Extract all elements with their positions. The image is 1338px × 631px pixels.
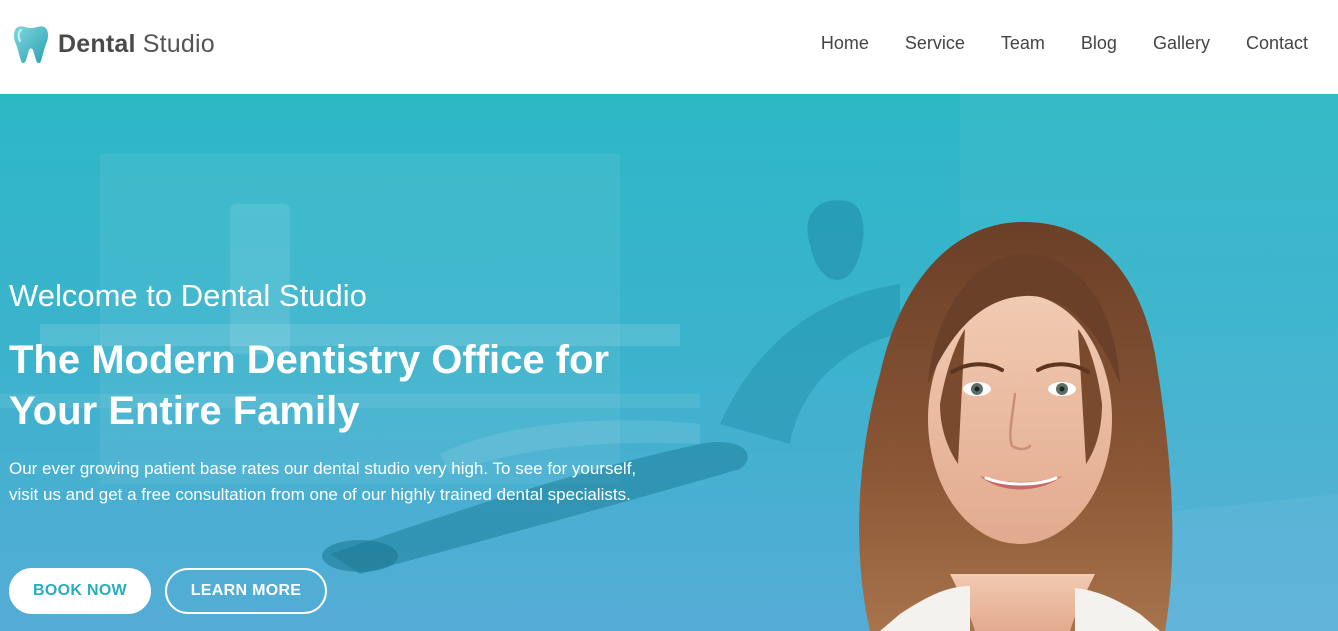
main-nav: Home Service Team Blog Gallery Contact [821, 33, 1308, 54]
book-now-button[interactable]: BOOK NOW [9, 568, 151, 614]
nav-team[interactable]: Team [1001, 33, 1045, 54]
logo-text: Dental Studio [58, 30, 215, 59]
hero-headline: The Modern Dentistry Office for Your Ent… [9, 338, 610, 433]
site-header: Dental Studio Home Service Team Blog Gal… [0, 0, 1338, 94]
logo-text-bold: Dental [58, 29, 136, 58]
smiling-woman-photo [859, 221, 1173, 631]
nav-service[interactable]: Service [905, 33, 965, 54]
site-logo[interactable]: Dental Studio [12, 24, 215, 64]
hero-buttons: BOOK NOW LEARN MORE [9, 568, 327, 614]
nav-blog[interactable]: Blog [1081, 33, 1117, 54]
hero-section: Welcome to Dental Studio The Modern Dent… [0, 94, 1338, 631]
logo-text-light: Studio [135, 29, 215, 58]
learn-more-button[interactable]: LEARN MORE [165, 568, 327, 614]
hero-description: Our ever growing patient base rates our … [9, 459, 637, 504]
nav-contact[interactable]: Contact [1246, 33, 1308, 54]
hero-text: Welcome to Dental Studio The Modern Dent… [9, 278, 689, 508]
tooth-icon [13, 26, 49, 64]
nav-gallery[interactable]: Gallery [1153, 33, 1210, 54]
nav-home[interactable]: Home [821, 33, 869, 54]
hero-welcome: Welcome to Dental Studio [9, 278, 367, 313]
